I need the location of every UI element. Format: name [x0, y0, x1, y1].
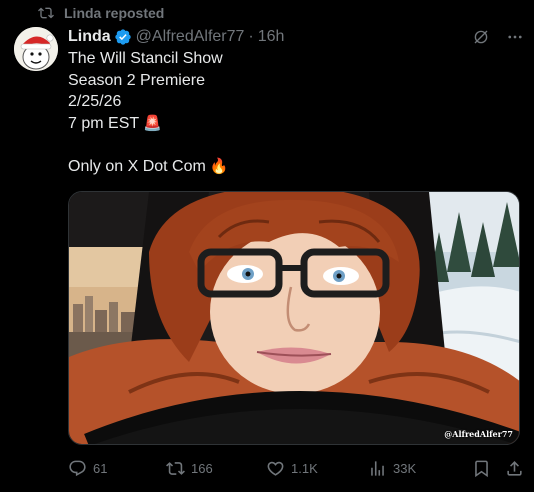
fire-emoji: 🔥: [209, 157, 229, 175]
like-count: 1.1K: [291, 460, 318, 476]
author-name[interactable]: Linda: [68, 28, 111, 46]
repost-indicator[interactable]: Linda reposted: [38, 4, 164, 22]
views-count: 33K: [393, 460, 417, 476]
repost-label: Linda reposted: [64, 5, 165, 21]
post-header: Linda @AlfredAlfer77 · 16h: [68, 26, 524, 48]
more-icon[interactable]: [506, 28, 524, 46]
verified-badge-icon[interactable]: [114, 28, 132, 46]
end-actions: [472, 459, 524, 478]
cartoon-illustration: [69, 192, 519, 444]
post-line-date: 2/25/26: [68, 93, 122, 110]
views-icon: [371, 460, 384, 476]
grok-icon[interactable]: [472, 28, 490, 46]
siren-emoji: 🚨: [143, 114, 162, 132]
repost-action-icon: [166, 461, 185, 475]
like-button[interactable]: 1.1K: [266, 459, 368, 478]
repost-icon: [38, 7, 54, 19]
post-card[interactable]: Linda reposted Linda @AlfredAlfer77 · 16…: [0, 0, 534, 492]
views-button[interactable]: 33K: [368, 459, 472, 478]
author-handle[interactable]: @AlfredAlfer77: [136, 28, 245, 46]
reply-count: 61: [93, 460, 108, 476]
post-text: The Will Stancil Show Season 2 Premiere …: [68, 48, 520, 177]
post-line-title: The Will Stancil Show: [68, 50, 223, 67]
avatar[interactable]: [14, 27, 58, 71]
post-line-cta: Only on X Dot Com: [68, 157, 206, 175]
media-watermark: @AlfredAlfer77: [444, 429, 513, 439]
avatar-image: [14, 27, 58, 71]
separator-dot: ·: [248, 28, 254, 45]
post-time[interactable]: 16h: [258, 28, 285, 46]
share-icon[interactable]: [505, 459, 524, 478]
reply-icon: [69, 460, 86, 476]
post-media-image[interactable]: @AlfredAlfer77: [68, 191, 520, 445]
post-line-time: 7 pm EST: [68, 114, 140, 132]
repost-count: 166: [191, 460, 213, 476]
action-bar: 61 166 1.1K 33K: [68, 456, 524, 480]
heart-icon: [267, 461, 284, 476]
repost-button[interactable]: 166: [166, 459, 266, 478]
bookmark-icon[interactable]: [472, 459, 491, 478]
post-line-season: Season 2 Premiere: [68, 71, 205, 89]
reply-button[interactable]: 61: [68, 459, 166, 478]
header-actions: [472, 28, 524, 46]
